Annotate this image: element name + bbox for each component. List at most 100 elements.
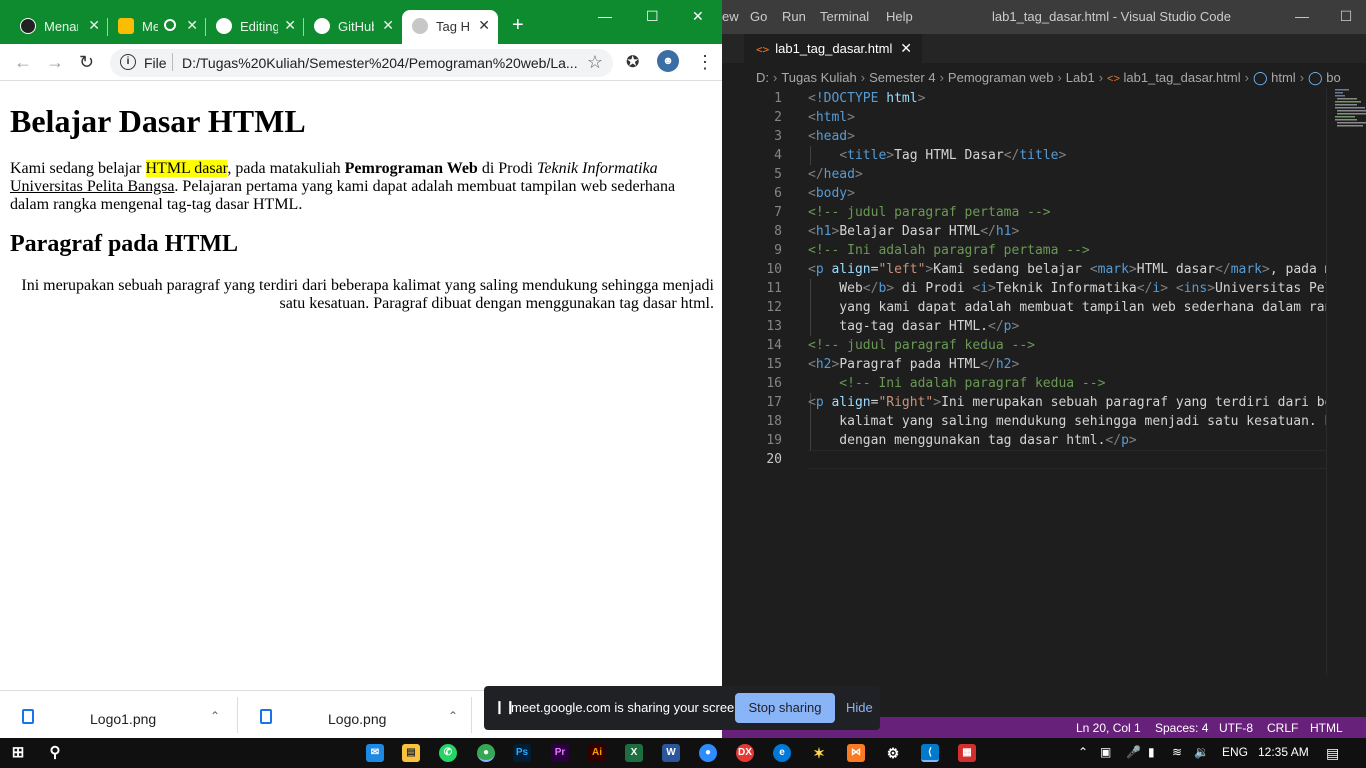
close-icon[interactable]: ✕ — [88, 17, 100, 34]
minimize-icon[interactable]: — — [1292, 8, 1312, 24]
windows-start-icon[interactable]: ⊞ — [9, 744, 27, 762]
code-line: </head> — [808, 167, 863, 182]
mail-icon[interactable]: ✉ — [366, 744, 384, 762]
breadcrumb-item[interactable]: html — [1271, 70, 1296, 85]
dx-icon[interactable]: DX — [736, 744, 754, 762]
volume-icon[interactable]: 🔉 — [1194, 745, 1209, 759]
close-icon[interactable]: ✕ — [382, 17, 394, 34]
line-number: 12 — [766, 300, 782, 315]
code-line: <!-- judul paragraf kedua --> — [808, 338, 1035, 353]
edge-icon[interactable]: e — [773, 744, 791, 762]
whatsapp-icon[interactable]: ✆ — [439, 744, 457, 762]
breadcrumb-item[interactable]: Pemograman web — [948, 70, 1054, 85]
reload-icon[interactable]: ↻ — [79, 52, 94, 73]
file-explorer-icon[interactable]: ▤ — [402, 744, 420, 762]
tab-menara[interactable]: Menar ✕ — [10, 10, 108, 44]
code-editor[interactable]: 1 2 3 4 5 6 7 8 9 10 11 12 13 14 15 16 17 18 19 20 <!DOCTYP… — [722, 89, 1326, 675]
tab-github[interactable]: GitHub ✕ — [304, 10, 402, 44]
recording-icon — [164, 19, 176, 31]
bold-text: Pemrograman Web — [344, 160, 478, 177]
bookmark-star-icon[interactable]: ☆ — [587, 52, 603, 73]
pdf-icon[interactable]: ▦ — [958, 744, 976, 762]
vscode-icon[interactable]: ⟨ — [921, 744, 939, 762]
close-icon[interactable]: ✕ — [900, 40, 912, 57]
premiere-icon[interactable]: Pr — [551, 744, 569, 762]
tab-tag-html[interactable]: Tag HT ✕ — [402, 10, 498, 44]
word-icon[interactable]: W — [662, 744, 680, 762]
breadcrumb-item[interactable]: Semester 4 — [869, 70, 935, 85]
illustrator-icon[interactable]: Ai — [588, 744, 606, 762]
info-icon[interactable]: i — [120, 54, 136, 70]
download-item[interactable]: Logo1.png ⌃ — [0, 691, 238, 739]
chevron-up-icon[interactable]: ⌃ — [210, 709, 220, 723]
xampp-icon[interactable]: ⋈ — [847, 744, 865, 762]
line-number: 10 — [766, 262, 782, 277]
meet-tray-icon[interactable]: ▣ — [1100, 745, 1111, 759]
chevron-right-icon: › — [773, 70, 778, 85]
line-number: 1 — [774, 91, 782, 106]
minimap[interactable] — [1333, 89, 1366, 129]
text: di Prodi — [477, 160, 537, 177]
tab-meet[interactable]: Me ✕ — [108, 10, 206, 44]
cursor-position[interactable]: Ln 20, Col 1 — [1076, 721, 1141, 735]
code-line: Web</b> di Prodi <i>Teknik Informatika</… — [808, 281, 1326, 296]
excel-icon[interactable]: X — [625, 744, 643, 762]
menu-terminal[interactable]: Terminal — [820, 9, 869, 24]
breadcrumb-item[interactable]: Tugas Kuliah — [781, 70, 856, 85]
clock[interactable]: 12:35 AM — [1258, 745, 1309, 759]
extensions-icon[interactable]: ✪ — [626, 52, 639, 72]
maximize-icon[interactable]: ☐ — [1336, 8, 1356, 25]
minimize-icon[interactable]: — — [598, 8, 612, 24]
line-number: 14 — [766, 338, 782, 353]
search-icon[interactable]: ⚲ — [46, 744, 64, 762]
menu-run[interactable]: Run — [782, 9, 806, 24]
indent-setting[interactable]: Spaces: 4 — [1155, 721, 1208, 735]
maximize-icon[interactable]: ☐ — [646, 8, 659, 25]
photoshop-icon[interactable]: Ps — [513, 744, 531, 762]
avatar[interactable]: ☻ — [657, 50, 679, 72]
stop-sharing-button[interactable]: Stop sharing — [735, 693, 835, 723]
star-app-icon[interactable]: ✶ — [810, 744, 828, 762]
close-icon[interactable]: ✕ — [186, 17, 198, 34]
download-item[interactable]: Logo.png ⌃ — [238, 691, 472, 739]
menu-go[interactable]: Go — [750, 9, 767, 24]
menu-help[interactable]: Help — [886, 9, 913, 24]
forward-icon[interactable]: → — [46, 52, 64, 73]
breadcrumb-item[interactable]: Lab1 — [1066, 70, 1095, 85]
hide-button[interactable]: Hide — [846, 700, 873, 715]
eol[interactable]: CRLF — [1267, 721, 1298, 735]
menu-kebab-icon[interactable]: ⋮ — [696, 52, 714, 73]
close-window-icon[interactable]: ✕ — [692, 8, 704, 25]
battery-icon[interactable]: ▮ — [1148, 745, 1155, 759]
language-mode[interactable]: HTML — [1310, 721, 1343, 735]
settings-gear-icon[interactable]: ⚙ — [884, 744, 902, 762]
tab-lab1-tag-dasar[interactable]: <> lab1_tag_dasar.html ✕ — [744, 34, 922, 63]
encoding[interactable]: UTF-8 — [1219, 721, 1253, 735]
address-bar[interactable]: i File D:/Tugas%20Kuliah/Semester%204/Pe… — [110, 49, 613, 77]
divider — [172, 53, 173, 71]
new-tab-button[interactable]: + — [512, 14, 524, 37]
chevron-up-icon[interactable]: ⌃ — [448, 709, 458, 723]
chrome-icon[interactable]: ● — [477, 744, 495, 762]
back-icon[interactable]: ← — [14, 52, 32, 73]
url-text[interactable]: D:/Tugas%20Kuliah/Semester%204/Pemograma… — [182, 55, 577, 71]
tab-label: Me — [142, 19, 158, 34]
zoom-icon[interactable]: ● — [699, 744, 717, 762]
image-file-icon — [260, 709, 272, 724]
code-line: <!DOCTYPE html> — [808, 91, 926, 106]
notification-icon[interactable]: ▤ — [1326, 745, 1339, 762]
breadcrumb-item[interactable]: D: — [756, 70, 769, 85]
language-indicator[interactable]: ENG — [1222, 745, 1248, 759]
wifi-icon[interactable]: ≋ — [1172, 745, 1182, 759]
editor-scrollbar[interactable] — [1326, 89, 1366, 675]
menu-view[interactable]: ew — [722, 9, 739, 24]
code-line: <h2>Paragraf pada HTML</h2> — [808, 357, 1020, 372]
tab-editing[interactable]: Editing ✕ — [206, 10, 304, 44]
close-icon[interactable]: ✕ — [478, 17, 490, 34]
close-icon[interactable]: ✕ — [284, 17, 296, 34]
breadcrumb-item[interactable]: bo — [1326, 70, 1340, 85]
chevron-up-icon[interactable]: ⌃ — [1078, 745, 1088, 759]
line-number: 16 — [766, 376, 782, 391]
breadcrumb-item[interactable]: lab1_tag_dasar.html — [1124, 70, 1241, 85]
microphone-icon[interactable]: 🎤 — [1126, 745, 1141, 759]
